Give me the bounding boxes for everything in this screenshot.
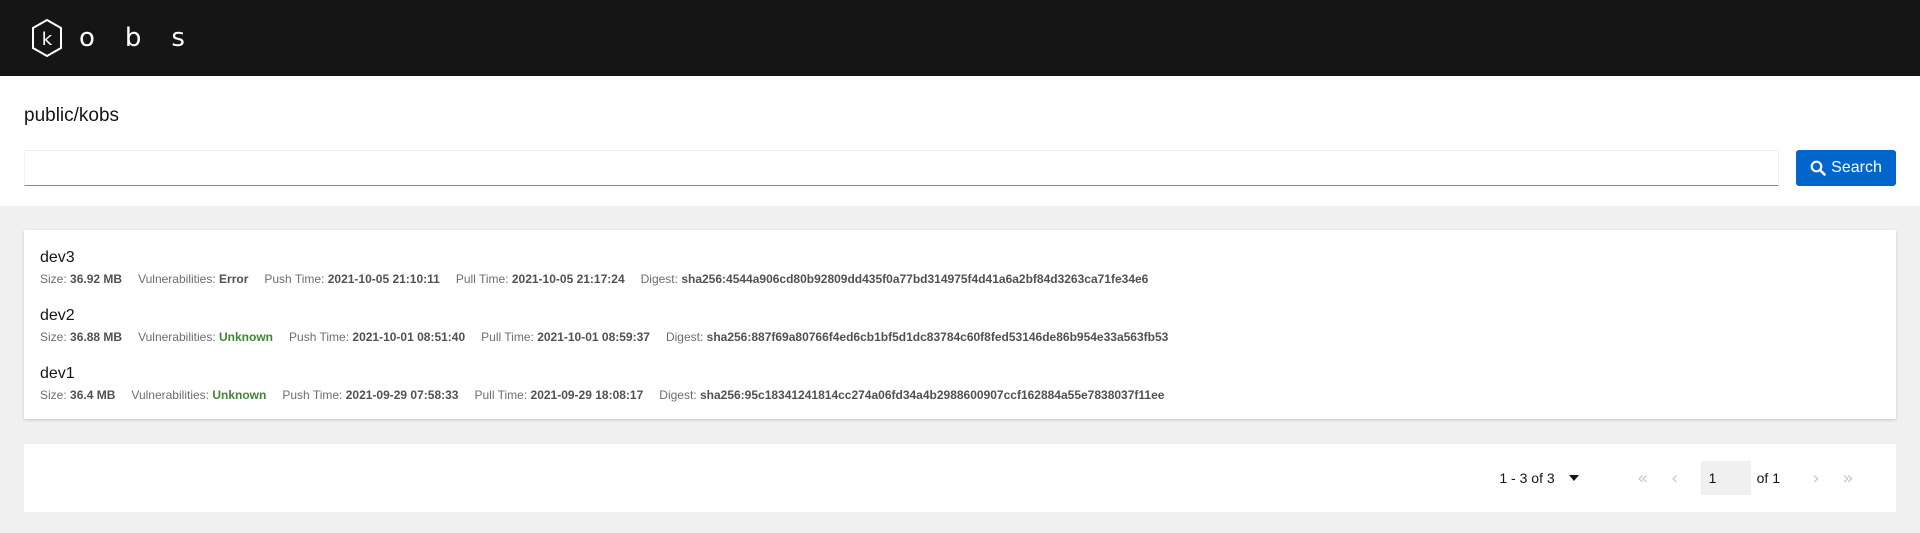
digest-field: Digest: sha256:887f69a80766f4ed6cb1bf5d1… — [665, 330, 1169, 344]
pagination: 1 - 3 of 3 « ‹ of 1 › » — [24, 444, 1896, 512]
tag-name: dev3 — [40, 249, 75, 266]
tag-details: Size: 36.92 MB Vulnerabilities: Error Pu… — [40, 272, 1880, 286]
vulnerabilities-field: Vulnerabilities: Unknown — [131, 388, 267, 402]
size-field: Size: 36.4 MB — [40, 388, 116, 402]
masthead: k obs — [0, 0, 1920, 76]
tag-details: Size: 36.4 MB Vulnerabilities: Unknown P… — [40, 388, 1880, 402]
page-header: public/kobs Search — [0, 76, 1920, 206]
search-button[interactable]: Search — [1796, 150, 1896, 186]
search-row: Search — [24, 150, 1896, 186]
previous-page-icon: ‹ — [1671, 467, 1679, 489]
push-time-field: Push Time: 2021-09-29 07:58:33 — [282, 388, 459, 402]
brand-logo[interactable]: k obs — [29, 18, 215, 58]
last-page-icon: » — [1842, 467, 1854, 489]
push-time-field: Push Time: 2021-10-01 08:51:40 — [289, 330, 466, 344]
pull-time-field: Pull Time: 2021-09-29 18:08:17 — [474, 388, 644, 402]
pull-time-field: Pull Time: 2021-10-01 08:59:37 — [481, 330, 650, 344]
tag-item-dev1[interactable]: dev1 Size: 36.4 MB Vulnerabilities: Unkn… — [40, 364, 1880, 422]
next-page-icon: › — [1812, 467, 1820, 489]
kobs-logo-icon: k — [32, 18, 62, 58]
current-page-input[interactable] — [1700, 461, 1751, 495]
vulnerability-status: Error — [219, 272, 249, 286]
tag-details: Size: 36.88 MB Vulnerabilities: Unknown … — [40, 330, 1880, 344]
digest-field: Digest: sha256:4544a906cd80b92809dd435f0… — [640, 272, 1149, 286]
pull-time-field: Pull Time: 2021-10-05 21:17:24 — [455, 272, 625, 286]
previous-page-button[interactable]: ‹ — [1659, 462, 1691, 494]
per-page-dropdown[interactable]: 1 - 3 of 3 — [1499, 470, 1579, 486]
size-field: Size: 36.92 MB — [40, 272, 123, 286]
page-range-label: 1 - 3 of 3 — [1499, 470, 1555, 486]
first-page-button[interactable]: « — [1627, 462, 1659, 494]
next-page-button[interactable]: › — [1800, 462, 1832, 494]
tag-name: dev2 — [40, 307, 75, 324]
svg-text:k: k — [42, 29, 53, 50]
page-title: public/kobs — [24, 105, 120, 126]
size-field: Size: 36.88 MB — [40, 330, 123, 344]
vulnerability-status: Unknown — [219, 330, 274, 344]
push-time-field: Push Time: 2021-10-05 21:10:11 — [264, 272, 440, 286]
digest-field: Digest: sha256:95c18341241814cc274a06fd3… — [659, 388, 1165, 402]
search-icon — [1810, 160, 1826, 176]
search-input[interactable] — [24, 150, 1779, 186]
brand-name: obs — [79, 23, 215, 53]
total-pages-label: of 1 — [1756, 470, 1780, 486]
tag-name: dev1 — [40, 365, 75, 382]
vulnerabilities-field: Vulnerabilities: Unknown — [138, 330, 274, 344]
vulnerabilities-field: Vulnerabilities: Error — [138, 272, 249, 286]
last-page-button[interactable]: » — [1832, 462, 1864, 494]
first-page-icon: « — [1637, 467, 1649, 489]
search-button-label: Search — [1831, 159, 1882, 176]
tags-list: dev3 Size: 36.92 MB Vulnerabilities: Err… — [24, 230, 1896, 419]
vulnerability-status: Unknown — [212, 388, 267, 402]
tag-item-dev2[interactable]: dev2 Size: 36.88 MB Vulnerabilities: Unk… — [40, 306, 1880, 364]
tag-item-dev3[interactable]: dev3 Size: 36.92 MB Vulnerabilities: Err… — [40, 248, 1880, 306]
caret-down-icon — [1568, 475, 1579, 481]
